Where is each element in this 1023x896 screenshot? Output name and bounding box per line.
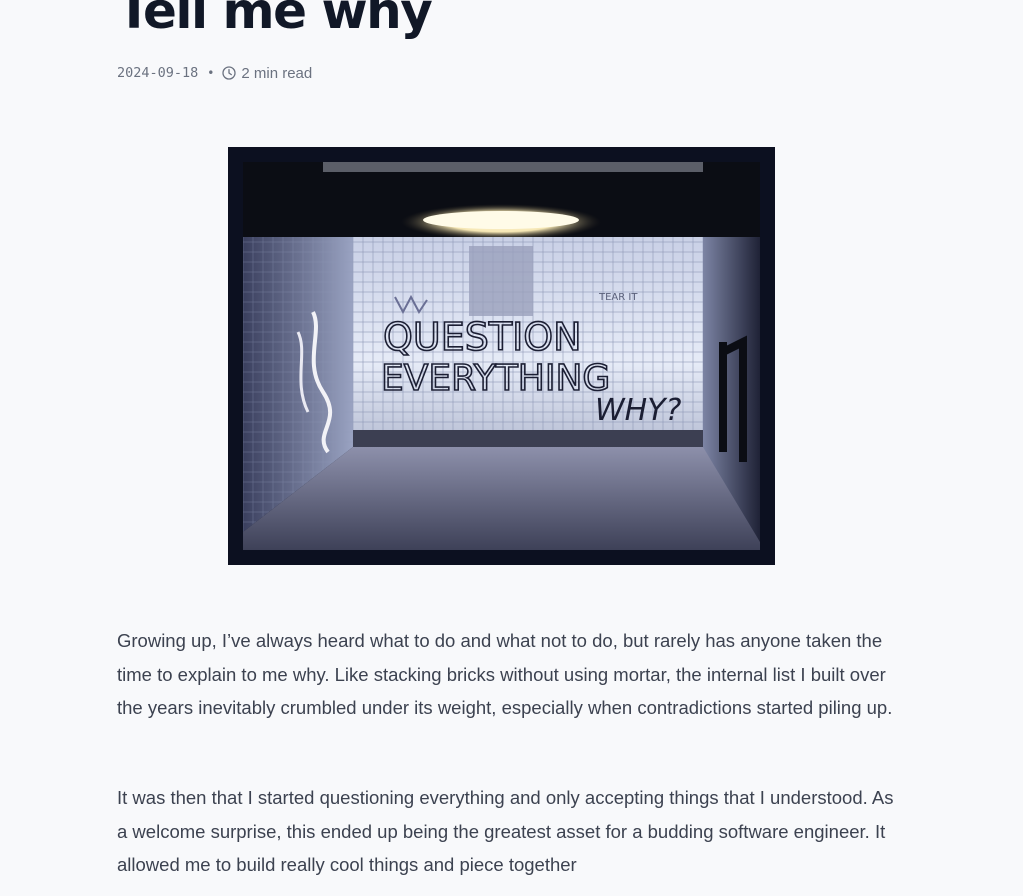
read-time: 2 min read [241,64,313,82]
article-paragraph: Growing up, I’ve always heard what to do… [117,630,893,719]
graffiti-tag: TEAR IT [598,292,638,303]
article-meta: 2024-09-18 • 2 min read [117,63,312,83]
graffiti-text-everything: EVERYTHING [381,358,610,399]
hero-image: QUESTION EVERYTHING WHY? TEAR IT [228,147,775,565]
meta-separator: • [207,66,215,80]
graffiti-text-question: QUESTION [383,315,582,359]
article-paragraph: It was then that I started questioning e… [117,787,894,876]
clock-icon [222,66,237,80]
graffiti-text-why: WHY? [595,393,682,428]
article-title: Tell me why [117,0,433,40]
graffiti-photo-icon: QUESTION EVERYTHING WHY? TEAR IT [243,162,760,550]
publish-date: 2024-09-18 [117,65,199,81]
